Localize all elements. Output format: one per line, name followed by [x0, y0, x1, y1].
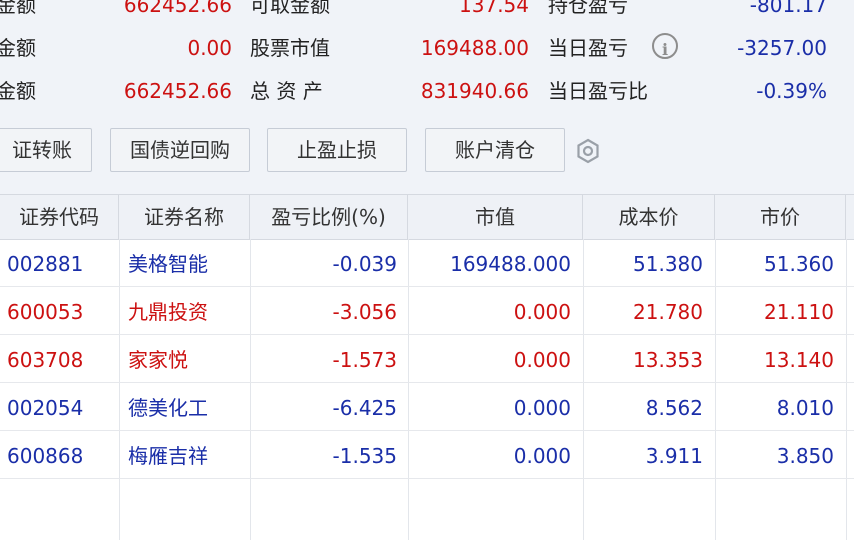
- summary-value: 662452.66: [123, 0, 232, 17]
- pnl-pct: -0.039: [332, 252, 397, 276]
- daily-pnl-value: -3257.00: [737, 36, 827, 60]
- header-market-value[interactable]: 市值: [408, 195, 583, 239]
- header-pnl-pct[interactable]: 盈亏比例(%): [250, 195, 408, 239]
- summary-label: 股票市值: [250, 36, 330, 60]
- header-market-price[interactable]: 市价: [715, 195, 846, 239]
- cost-price: 3.911: [645, 444, 703, 468]
- market-value: 0.000: [513, 348, 571, 372]
- daily-pnl-ratio-value: -0.39%: [756, 79, 827, 103]
- security-code: 002054: [7, 396, 84, 420]
- summary-label: 当日盈亏: [548, 36, 628, 60]
- market-value: 169488.000: [450, 252, 571, 276]
- security-name: 梅雁吉祥: [128, 444, 208, 468]
- pnl-pct: -1.535: [332, 444, 397, 468]
- total-assets-value: 831940.66: [420, 79, 529, 103]
- pnl-pct: -3.056: [332, 300, 397, 324]
- treasury-repo-button[interactable]: 国债逆回购: [110, 128, 250, 172]
- cost-price: 8.562: [645, 396, 703, 420]
- market-price: 3.850: [776, 444, 834, 468]
- cost-price: 21.780: [633, 300, 703, 324]
- pnl-pct: -6.425: [332, 396, 397, 420]
- position-pnl-value: -801.17: [749, 0, 827, 17]
- table-row[interactable]: 603708 家家悦 -1.573 0.000 13.353 13.140: [0, 335, 854, 383]
- bank-transfer-button[interactable]: 证转账: [0, 128, 92, 172]
- market-price: 21.110: [764, 300, 834, 324]
- summary-label: 持仓盈亏: [548, 0, 628, 17]
- security-code: 603708: [7, 348, 84, 372]
- summary-label: 金额: [0, 0, 36, 17]
- pnl-pct: -1.573: [332, 348, 397, 372]
- security-code: 002881: [7, 252, 84, 276]
- market-value: 0.000: [513, 300, 571, 324]
- available-cash-value: 137.54: [459, 0, 529, 17]
- summary-label: 金额: [0, 79, 36, 103]
- account-summary: 金额 662452.66 可取金额 137.54 持仓盈亏 -801.17 金额…: [0, 0, 854, 120]
- security-name: 美格智能: [128, 252, 208, 276]
- security-code: 600868: [7, 444, 84, 468]
- header-cost-price[interactable]: 成本价: [583, 195, 715, 239]
- cost-price: 51.380: [633, 252, 703, 276]
- summary-value: 662452.66: [123, 79, 232, 103]
- summary-row-3: 金额 662452.66 总 资 产 831940.66 当日盈亏比 -0.39…: [0, 76, 854, 106]
- summary-row-2: 金额 0.00 股票市值 169488.00 当日盈亏 i -3257.00: [0, 33, 854, 63]
- gear-icon[interactable]: [574, 137, 602, 165]
- table-row[interactable]: 002881 美格智能 -0.039 169488.000 51.380 51.…: [0, 239, 854, 287]
- summary-label: 可取金额: [250, 0, 330, 17]
- market-value: 0.000: [513, 444, 571, 468]
- table-row[interactable]: 600053 九鼎投资 -3.056 0.000 21.780 21.110: [0, 287, 854, 335]
- stop-loss-button[interactable]: 止盈止损: [267, 128, 407, 172]
- security-name: 九鼎投资: [128, 300, 208, 324]
- table-row[interactable]: 002054 德美化工 -6.425 0.000 8.562 8.010: [0, 383, 854, 431]
- header-name[interactable]: 证券名称: [119, 195, 250, 239]
- info-icon[interactable]: i: [652, 33, 678, 59]
- summary-label: 当日盈亏比: [548, 79, 648, 103]
- table-header: 证券代码 证券名称 盈亏比例(%) 市值 成本价 市价: [0, 195, 854, 240]
- market-value: 0.000: [513, 396, 571, 420]
- cost-price: 13.353: [633, 348, 703, 372]
- market-price: 51.360: [764, 252, 834, 276]
- header-code[interactable]: 证券代码: [0, 195, 119, 239]
- stock-market-value: 169488.00: [420, 36, 529, 60]
- security-code: 600053: [7, 300, 84, 324]
- summary-label: 总 资 产: [250, 79, 323, 103]
- security-name: 家家悦: [128, 348, 188, 372]
- security-name: 德美化工: [128, 396, 208, 420]
- market-price: 13.140: [764, 348, 834, 372]
- clear-account-button[interactable]: 账户清仓: [425, 128, 565, 172]
- summary-value: 0.00: [187, 36, 232, 60]
- table-row[interactable]: 600868 梅雁吉祥 -1.535 0.000 3.911 3.850: [0, 431, 854, 479]
- summary-label: 金额: [0, 36, 36, 60]
- positions-table: 证券代码 证券名称 盈亏比例(%) 市值 成本价 市价 002881 美格智能 …: [0, 194, 854, 540]
- market-price: 8.010: [776, 396, 834, 420]
- summary-row-1: 金额 662452.66 可取金额 137.54 持仓盈亏 -801.17: [0, 0, 854, 20]
